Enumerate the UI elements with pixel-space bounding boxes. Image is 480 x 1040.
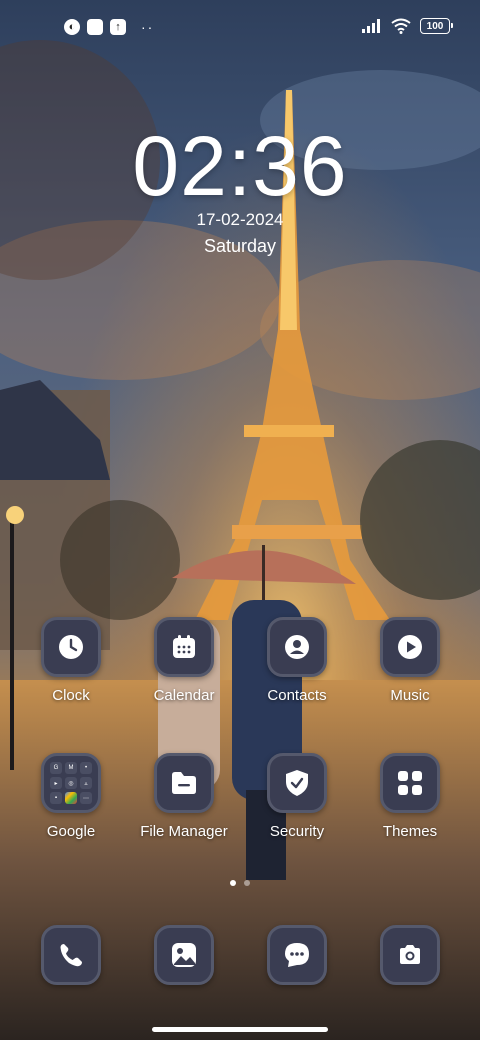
app-label: Contacts — [267, 687, 327, 704]
more-mini-icon: ⋯ — [80, 792, 92, 804]
notification-icon: ◐ — [64, 19, 80, 35]
camera-icon — [400, 945, 420, 964]
app-themes-tile[interactable] — [380, 753, 440, 813]
app-label: Security — [269, 823, 325, 840]
app-google-folder-tile[interactable]: G M • ▸ ◎ ▵ ▪ ⋯ — [41, 753, 101, 813]
grid-icon — [398, 771, 422, 795]
dock-phone-tile[interactable] — [41, 925, 101, 985]
app-security-tile[interactable] — [267, 753, 327, 813]
home-indicator[interactable] — [152, 1027, 328, 1032]
dock-messages[interactable] — [242, 925, 352, 985]
status-bar: ◐ ↑ ·· 100 — [0, 0, 480, 56]
dock-gallery[interactable] — [129, 925, 239, 985]
folder-icon: G M • ▸ ◎ ▵ ▪ ⋯ — [50, 762, 92, 804]
app-clock[interactable]: Clock — [16, 617, 126, 704]
wifi-icon — [391, 18, 411, 34]
app-label: Calendar — [153, 687, 215, 704]
clock-icon — [59, 635, 83, 659]
meet-mini-icon: ▪ — [50, 792, 62, 804]
shield-icon — [286, 770, 308, 796]
app-contacts[interactable]: Contacts — [242, 617, 352, 704]
dock-gallery-tile[interactable] — [154, 925, 214, 985]
maps-mini-icon: • — [80, 762, 92, 774]
app-label: Clock — [52, 687, 90, 704]
dock-camera[interactable] — [355, 925, 465, 985]
app-calendar-tile[interactable] — [154, 617, 214, 677]
contacts-icon — [285, 635, 309, 659]
app-music-tile[interactable] — [380, 617, 440, 677]
youtube-mini-icon: ▸ — [50, 777, 62, 789]
app-music[interactable]: Music — [355, 617, 465, 704]
page-dot — [244, 880, 250, 886]
app-contacts-tile[interactable] — [267, 617, 327, 677]
app-file-manager[interactable]: File Manager — [129, 753, 239, 840]
app-label: Themes — [382, 823, 438, 840]
app-clock-tile[interactable] — [41, 617, 101, 677]
app-security[interactable]: Security — [242, 753, 352, 840]
more-notifications-icon: ·· — [141, 19, 155, 35]
dock-camera-tile[interactable] — [380, 925, 440, 985]
page-indicator — [0, 880, 480, 886]
app-file-manager-tile[interactable] — [154, 753, 214, 813]
clock-date: 17-02-2024 — [196, 210, 284, 229]
clock-day: Saturday — [203, 236, 277, 256]
play-icon — [398, 635, 422, 659]
messages-icon — [285, 943, 309, 967]
status-bar-system: 100 — [362, 18, 453, 34]
app-label: Google — [46, 823, 96, 840]
app-notification-icon — [87, 19, 103, 35]
app-label: File Manager — [140, 823, 228, 840]
battery-level: 100 — [426, 20, 444, 32]
calendar-icon — [173, 635, 195, 658]
app-google-folder[interactable]: G M • ▸ ◎ ▵ ▪ ⋯ Google — [16, 753, 126, 840]
photos-mini-icon — [65, 792, 77, 804]
gmail-mini-icon: M — [65, 762, 77, 774]
app-calendar[interactable]: Calendar — [129, 617, 239, 704]
signal-icon — [362, 19, 380, 33]
chrome-mini-icon: ◎ — [65, 777, 77, 789]
battery-icon: 100 — [420, 18, 453, 34]
google-mini-icon: G — [50, 762, 62, 774]
gallery-icon — [172, 943, 196, 967]
drive-mini-icon: ▵ — [80, 777, 92, 789]
clock-time[interactable]: 02:36 — [0, 118, 480, 215]
page-dot-active — [230, 880, 236, 886]
dock-messages-tile[interactable] — [267, 925, 327, 985]
phone-icon — [60, 944, 82, 967]
dock-phone[interactable] — [16, 925, 126, 985]
app-label: Music — [390, 687, 430, 704]
folder-icon — [172, 772, 196, 794]
status-bar-notifications: ◐ ↑ ·· — [64, 19, 154, 35]
app-themes[interactable]: Themes — [355, 753, 465, 840]
download-icon: ↑ — [110, 19, 126, 35]
